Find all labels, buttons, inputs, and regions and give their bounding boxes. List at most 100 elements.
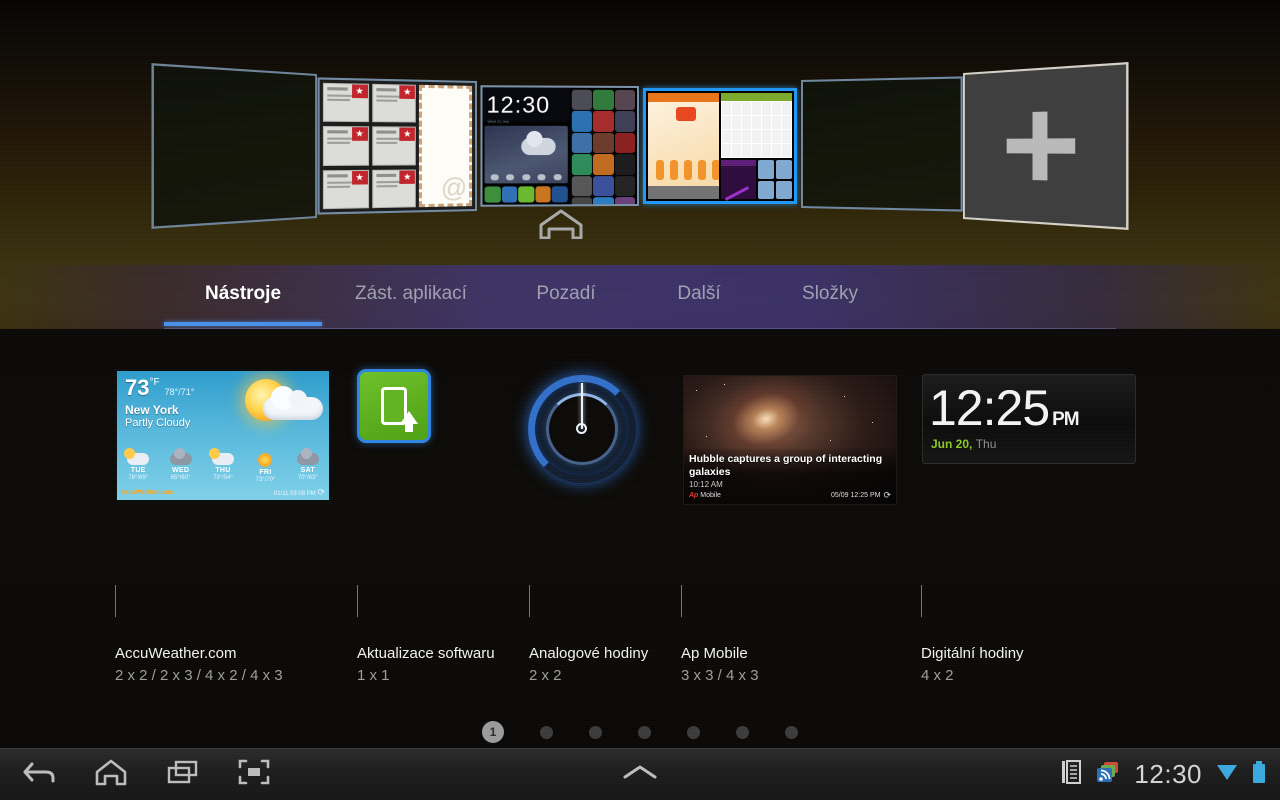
forecast-day-temps: 65°/60°: [159, 475, 201, 481]
label-tick: [357, 585, 358, 617]
email-card: ★: [323, 126, 369, 165]
label-tick: [921, 585, 922, 617]
email-letter-preview: @: [419, 85, 472, 207]
email-column-2: ★ ★ ★: [372, 84, 416, 208]
home-screen-preview-4-selected[interactable]: [643, 88, 797, 204]
forecast-day-name: TUE: [117, 467, 159, 474]
widget-preview-accuweather[interactable]: 73°F78°/71° New York Partly Cloudy TUE 7…: [115, 369, 331, 502]
back-icon[interactable]: [22, 759, 56, 790]
homescreen3-content: 12:30 Wed 11 Jan: [482, 87, 637, 204]
forecast-day-name: FRI: [244, 469, 286, 476]
digital-clock-date: Jun 20,: [931, 437, 972, 451]
weather-condition: Partly Cloudy: [125, 417, 329, 429]
forecast-day-temps: 70°/63°: [287, 475, 329, 481]
widget-picker-panel: 73°F78°/71° New York Partly Cloudy TUE 7…: [0, 329, 1280, 748]
system-nav-buttons: [0, 758, 270, 791]
tab-label: Zást. aplikací: [322, 283, 500, 305]
widget-size: 2 x 2: [529, 667, 648, 684]
plus-icon: [1007, 111, 1076, 182]
forecast-day: SAT 70°/63°: [287, 453, 329, 483]
page-dot[interactable]: [540, 726, 553, 739]
recent-apps-icon[interactable]: [166, 759, 200, 790]
status-bar-icons[interactable]: 12:30: [1060, 759, 1266, 790]
home-screen-preview-1[interactable]: [151, 63, 317, 229]
star-icon: ★: [352, 128, 368, 142]
add-home-screen-button[interactable]: [963, 62, 1129, 230]
news-footer: Ap Mobile 05/09 12:25 PM ⟳: [689, 490, 891, 501]
widget-name: Digitální hodiny: [921, 645, 1024, 662]
partly-cloudy-icon: [127, 453, 149, 465]
document-icon: [1060, 759, 1082, 790]
clock-hub: [576, 423, 587, 434]
social-widget-header: [648, 93, 719, 102]
home-screen-preview-5[interactable]: [801, 76, 963, 211]
forecast-day-temps: 78°/69°: [117, 475, 159, 481]
weather-updated: 01/11 03:08 PM: [274, 491, 316, 497]
tab-active-underline: [164, 322, 322, 326]
forecast-day-name: THU: [202, 467, 244, 474]
page-dot[interactable]: [736, 726, 749, 739]
home-screen-preview-3[interactable]: 12:30 Wed 11 Jan: [480, 85, 639, 206]
social-widget-art: [648, 102, 719, 186]
weather-brand: AccuWeather.com: [121, 490, 173, 496]
widget-category-tabs: Nástroje Zást. aplikací Pozadí Další Slo…: [0, 265, 1280, 329]
widget-preview-software-update[interactable]: [357, 369, 431, 443]
weather-temperature: 73: [125, 377, 149, 399]
screenshot-icon[interactable]: [238, 759, 270, 790]
tab-label: Složky: [766, 283, 894, 305]
email-preview: ★ ★ ★ ★ ★ ★ @: [320, 80, 475, 213]
page-dot[interactable]: [687, 726, 700, 739]
home-indicator-icon: [537, 209, 585, 239]
star-icon: ★: [352, 171, 368, 185]
label-tick: [115, 585, 116, 617]
news-time: 10:12 AM: [689, 480, 891, 489]
widget-previews-row: 73°F78°/71° New York Partly Cloudy TUE 7…: [0, 329, 1280, 589]
news-updated-group: 05/09 12:25 PM ⟳: [831, 490, 891, 501]
expand-status-bar-button[interactable]: [621, 762, 659, 787]
page-dot[interactable]: [638, 726, 651, 739]
status-bar-clock: 12:30: [1134, 759, 1202, 790]
refresh-icon: ⟳: [317, 487, 325, 497]
forecast-day-name: WED: [159, 467, 201, 474]
weather-current: 73°F78°/71° New York Partly Cloudy: [117, 371, 329, 429]
home-screen-preview-2[interactable]: ★ ★ ★ ★ ★ ★ @: [317, 77, 477, 214]
homescreen4-bottom: [721, 160, 792, 199]
email-card: ★: [323, 170, 369, 210]
phone-icon: [381, 387, 407, 425]
tab-nastroje[interactable]: Nástroje: [164, 265, 322, 305]
email-card: ★: [372, 84, 416, 123]
tab-slozky[interactable]: Složky: [766, 265, 894, 305]
widget-size: 3 x 3 / 4 x 3: [681, 667, 759, 684]
page-dot-active[interactable]: 1: [482, 721, 504, 743]
widget-size: 4 x 2: [921, 667, 1024, 684]
widget-preview-digital-clock[interactable]: 12:25PM Jun 20, Thu: [922, 374, 1136, 464]
widget-label-accuweather: AccuWeather.com 2 x 2 / 2 x 3 / 4 x 2 / …: [115, 585, 283, 684]
preview-clock: 12:30: [482, 87, 569, 122]
rain-icon: [170, 453, 192, 465]
news-source-prefix: Ap: [689, 492, 698, 499]
digital-clock-weekday: Thu: [976, 437, 997, 451]
cloud-icon: [521, 138, 555, 155]
tab-dalsi[interactable]: Další: [632, 265, 766, 305]
tab-pozadi[interactable]: Pozadí: [500, 265, 632, 305]
rain-icon: [297, 453, 319, 465]
preview-weather: [485, 126, 568, 184]
digital-clock-ampm: PM: [1052, 409, 1079, 430]
page-dot[interactable]: [785, 726, 798, 739]
forecast-day-name: SAT: [287, 467, 329, 474]
homescreen4-right: [721, 93, 792, 199]
widget-size: 1 x 1: [357, 667, 495, 684]
tab-zast-aplikaci[interactable]: Zást. aplikací: [322, 265, 500, 305]
preview-forecast: [487, 175, 566, 181]
social-widget-caption: [648, 186, 719, 199]
speech-bubble-icon: [676, 107, 696, 121]
weather-forecast: TUE 78°/69° WED 65°/60° THU 73°/54°: [117, 453, 329, 483]
tab-label: Pozadí: [500, 283, 632, 305]
widget-preview-ap-mobile[interactable]: Hubble captures a group of interacting g…: [683, 375, 897, 505]
page-dot[interactable]: [589, 726, 602, 739]
preview-app-grid: [569, 88, 637, 205]
label-tick: [529, 585, 530, 617]
widget-preview-analog-clock[interactable]: [528, 375, 636, 483]
weather-footer: AccuWeather.com 01/11 03:08 PM ⟳: [117, 485, 329, 500]
home-icon[interactable]: [94, 758, 128, 791]
